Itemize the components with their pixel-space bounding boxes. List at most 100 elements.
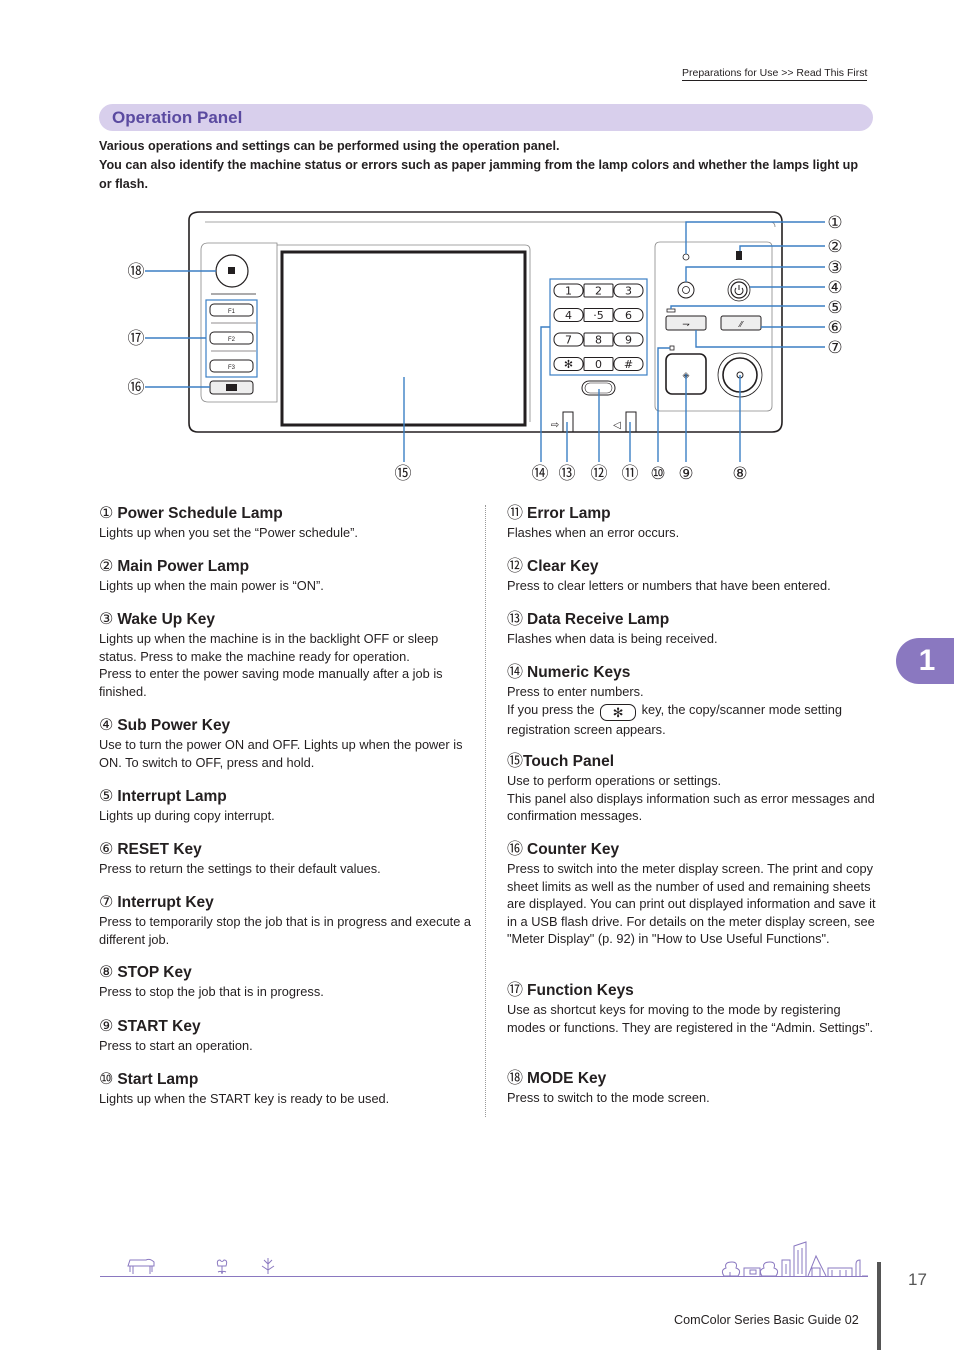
error-icon: ◁ bbox=[613, 420, 621, 431]
item-number: ⑥ bbox=[99, 841, 114, 858]
page-number: 17 bbox=[908, 1270, 927, 1289]
callout-18: ⑱ bbox=[128, 262, 145, 281]
function-key-f3-label: F3 bbox=[228, 365, 236, 371]
item-number: ① bbox=[99, 505, 114, 522]
numeric-key-label: 3 bbox=[625, 285, 632, 298]
item-title: Counter Key bbox=[527, 841, 620, 858]
item-body: Press to temporarily stop the job that i… bbox=[99, 914, 472, 947]
description-item: ⑨ START Key Press to start an operation. bbox=[99, 1017, 479, 1055]
item-body-star-line: If you press the ✻ key, the copy/scanner… bbox=[507, 701, 877, 739]
wake-up-key bbox=[677, 281, 695, 299]
item-title: Sub Power Key bbox=[117, 717, 231, 734]
description-item: ⑭ Numeric Keys Press to enter numbers. If… bbox=[507, 663, 877, 738]
numeric-key-label: 7 bbox=[565, 334, 572, 347]
item-title: Start Lamp bbox=[117, 1071, 199, 1088]
item-title: Touch Panel bbox=[523, 753, 615, 770]
item-number: ② bbox=[99, 558, 114, 575]
town-skyline-icon bbox=[721, 1241, 868, 1277]
description-item: ④ Sub Power Key Use to turn the power ON … bbox=[99, 716, 479, 771]
callout-13: ⑬ bbox=[559, 464, 576, 483]
description-item: ⑧ STOP Key Press to stop the job that is … bbox=[99, 963, 479, 1001]
callout-9: ⑨ bbox=[678, 464, 693, 483]
item-body: Lights up when you set the “Power schedu… bbox=[99, 525, 358, 540]
callout-15: ⑮ bbox=[395, 464, 412, 483]
item-title: Error Lamp bbox=[527, 505, 611, 522]
description-item: ⑬ Data Receive Lamp Flashes when data is … bbox=[507, 610, 877, 648]
item-title: Clear Key bbox=[527, 558, 599, 575]
item-number: ⑧ bbox=[99, 964, 114, 981]
item-body: Lights up when the main power is “ON”. bbox=[99, 578, 324, 593]
item-body: Use to perform operations or settings. bbox=[507, 773, 722, 788]
item-number: ⑦ bbox=[99, 894, 114, 911]
description-item: ⑪ Error Lamp Flashes when an error occurs… bbox=[507, 504, 877, 542]
chapter-tab[interactable]: 1 bbox=[896, 638, 954, 684]
description-item: ⑩ Start Lamp Lights up when the START key… bbox=[99, 1070, 479, 1108]
item-number: ③ bbox=[99, 611, 114, 628]
numeric-key-label: # bbox=[624, 358, 633, 371]
callout-2: ② bbox=[827, 237, 842, 256]
callout-4: ④ bbox=[827, 278, 842, 297]
item-number: ④ bbox=[99, 717, 114, 734]
item-number: ⑰ bbox=[507, 982, 524, 999]
item-body: Lights up when the machine is in the bac… bbox=[99, 631, 439, 664]
footer-decoration bbox=[127, 1241, 868, 1277]
start-lamp bbox=[669, 345, 675, 351]
item-body: Press to switch to the mode screen. bbox=[507, 1090, 710, 1105]
item-body: Press to stop the job that is in progres… bbox=[99, 984, 324, 999]
footer-rule bbox=[100, 1276, 868, 1277]
star-key-icon: ✻ bbox=[600, 703, 637, 721]
description-item: ⑤ Interrupt Lamp Lights up during copy in… bbox=[99, 787, 479, 825]
numeric-key-label: ✻ bbox=[564, 358, 573, 371]
function-key-f1-label: F1 bbox=[228, 309, 236, 315]
numeric-key-label: 1 bbox=[565, 285, 572, 298]
callout-6: ⑥ bbox=[827, 318, 842, 337]
item-title: Wake Up Key bbox=[117, 611, 215, 628]
numeric-key-label: 9 bbox=[625, 334, 632, 347]
item-number: ⑪ bbox=[507, 505, 524, 522]
callout-10: ⑩ bbox=[650, 464, 665, 483]
callout-3: ③ bbox=[827, 258, 842, 277]
interrupt-lamp bbox=[666, 308, 676, 313]
item-body: Press to enter the power saving mode man… bbox=[99, 666, 443, 699]
numeric-key-label: 8 bbox=[595, 334, 602, 347]
callout-16: ⑯ bbox=[128, 378, 145, 397]
item-title: Numeric Keys bbox=[527, 664, 631, 681]
item-title: Main Power Lamp bbox=[117, 558, 250, 575]
item-number: ⑯ bbox=[507, 841, 524, 858]
guide-name: ComColor Series Basic Guide 02 bbox=[674, 1313, 859, 1327]
callout-12: ⑫ bbox=[591, 464, 608, 483]
item-body: Lights up during copy interrupt. bbox=[99, 808, 275, 823]
svg-text:⇁: ⇁ bbox=[682, 320, 690, 330]
flower-icon bbox=[261, 1258, 275, 1274]
column-divider bbox=[485, 505, 486, 1117]
item-body: Use as shortcut keys for moving to the m… bbox=[507, 1002, 874, 1035]
numeric-key-label: 2 bbox=[595, 285, 602, 298]
chapter-number: 1 bbox=[918, 644, 936, 677]
description-item: ⑰ Function Keys Use as shortcut keys for … bbox=[507, 981, 877, 1036]
callout-5: ⑤ bbox=[827, 298, 842, 317]
numeric-key-label: 0 bbox=[595, 358, 602, 371]
item-body: Press to return the settings to their de… bbox=[99, 861, 381, 876]
description-item: ① Power Schedule Lamp Lights up when you … bbox=[99, 504, 479, 542]
item-title: MODE Key bbox=[527, 1070, 607, 1087]
item-number: ⑤ bbox=[99, 788, 114, 805]
item-title: Data Receive Lamp bbox=[527, 611, 670, 628]
numeric-key-label: ·5 bbox=[593, 309, 604, 322]
operation-panel-diagram: F1 F2 F3 1234·56789✻0# ⇨ ◁ ⇁ ⁄⁄ ◈ bbox=[128, 211, 843, 483]
numeric-keypad: 1 2 3 4 ·5 6 7 8 9 ✻ 0 # bbox=[553, 283, 644, 371]
description-item: ② Main Power Lamp Lights up when the main… bbox=[99, 557, 479, 595]
item-title: Interrupt Key bbox=[117, 894, 214, 911]
counter-icon bbox=[226, 384, 237, 391]
item-body: Press to enter numbers. bbox=[507, 684, 644, 699]
item-number: ⑨ bbox=[99, 1018, 114, 1035]
main-power-lamp bbox=[736, 251, 742, 260]
description-item: ③ Wake Up Key Lights up when the machine … bbox=[99, 610, 479, 700]
item-number: ⑩ bbox=[99, 1071, 114, 1088]
item-title: Function Keys bbox=[527, 982, 634, 999]
item-title: Power Schedule Lamp bbox=[117, 505, 283, 522]
item-body: Press to start an operation. bbox=[99, 1038, 253, 1053]
item-title: START Key bbox=[117, 1018, 201, 1035]
description-item: ⑥ RESET Key Press to return the settings … bbox=[99, 840, 479, 878]
callout-1: ① bbox=[827, 213, 842, 232]
item-body: Flashes when data is being received. bbox=[507, 631, 718, 646]
